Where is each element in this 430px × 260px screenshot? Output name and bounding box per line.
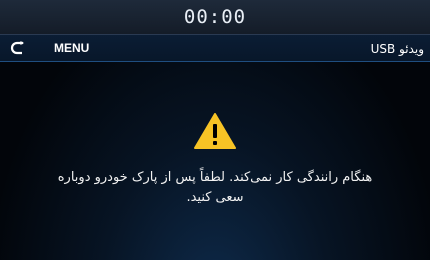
screen: 00:00 MENU ویدئو USB هنگام رانندگی کار ن… — [0, 0, 430, 260]
menu-button[interactable]: MENU — [50, 37, 93, 59]
screen-title: ویدئو USB — [370, 41, 424, 56]
warning-message: هنگام رانندگی کار نمی‌کند. لطفاً پس از پ… — [57, 170, 373, 205]
back-button[interactable] — [0, 35, 36, 62]
main-content: هنگام رانندگی کار نمی‌کند. لطفاً پس از پ… — [0, 62, 430, 260]
title-bar: MENU ویدئو USB — [0, 35, 430, 62]
status-bar: 00:00 — [0, 0, 430, 35]
clock: 00:00 — [183, 6, 247, 28]
warning-icon — [194, 113, 236, 149]
back-arrow-icon — [10, 41, 24, 55]
